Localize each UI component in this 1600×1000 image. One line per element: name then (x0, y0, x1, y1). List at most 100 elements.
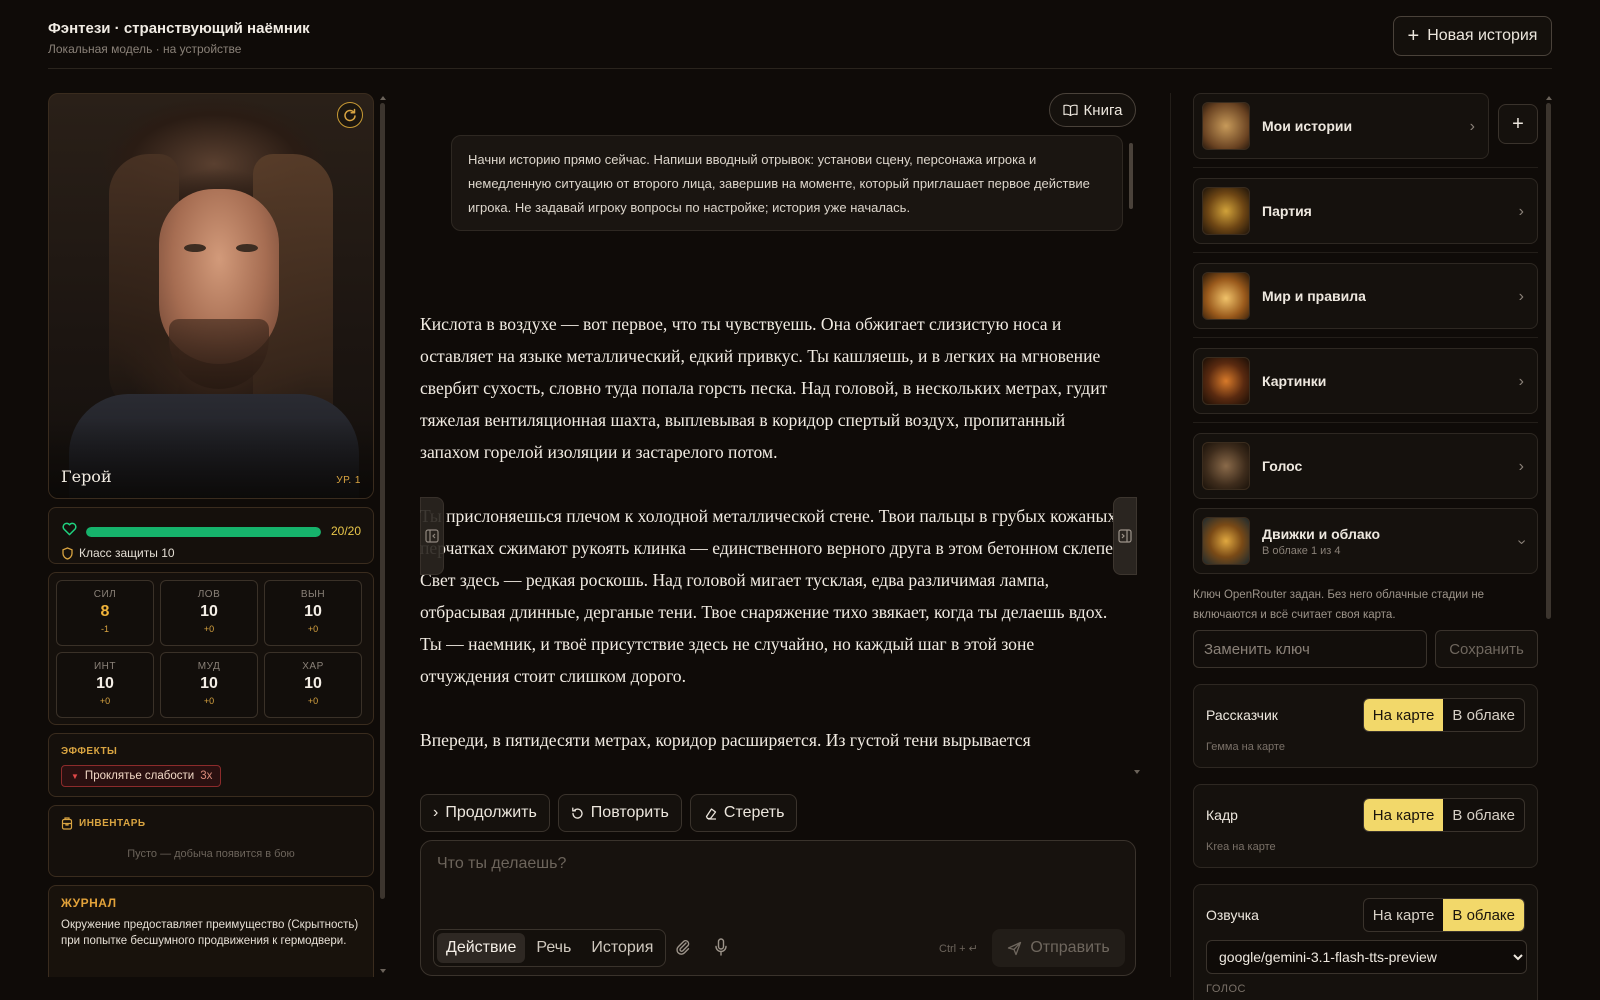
stat-label: ВЫН (300, 589, 326, 600)
effects-title: ЭФФЕКТЫ (61, 746, 118, 757)
stat-value: 8 (100, 603, 110, 620)
story-scroll-down-icon[interactable] (1134, 770, 1140, 774)
add-story-button[interactable]: + (1498, 104, 1538, 144)
character-level: УР. 1 (336, 475, 361, 486)
mode-story-tab[interactable]: История (582, 933, 662, 963)
heart-icon (62, 522, 77, 536)
engine-note: Гемма на карте (1206, 741, 1285, 753)
new-story-label: Новая история (1427, 27, 1538, 44)
collapse-left-panel-button[interactable] (420, 497, 444, 575)
continue-label: Продолжить (445, 804, 537, 821)
hp-value: 20/20 (330, 524, 361, 538)
nav-world-rules[interactable]: Мир и правила › (1193, 263, 1538, 329)
portrait-eye (184, 244, 206, 252)
new-story-button[interactable]: + Новая история (1393, 16, 1552, 56)
inventory-empty: Пусто — добыча появится в бою (127, 848, 295, 860)
prompt-scrollbar[interactable] (1129, 143, 1133, 209)
stat-modifier: +0 (307, 624, 319, 634)
right-scrollbar[interactable] (1546, 103, 1551, 619)
left-scrollbar[interactable] (380, 103, 385, 899)
scroll-icon (1202, 102, 1250, 150)
erase-button[interactable]: Стереть (689, 794, 798, 832)
send-button[interactable]: Отправить (992, 929, 1125, 967)
header: Фэнтези · странствующий наёмник Локальна… (48, 0, 1552, 69)
journal-text: Окружение предоставляет преимущество (Ск… (61, 919, 359, 947)
stat-value: 10 (200, 675, 218, 692)
stat-value: 10 (304, 603, 322, 620)
scroll-up-icon[interactable] (380, 96, 386, 100)
inventory-title: ИНВЕНТАРЬ (79, 818, 146, 829)
nav-label: Мои истории (1262, 118, 1353, 134)
engine-tts: Озвучка На карте В облаке google/gemini-… (1193, 884, 1538, 1000)
hp-bar-fill (86, 527, 321, 537)
nav-voice[interactable]: Голос › (1193, 433, 1538, 499)
effect-count: 3x (200, 770, 213, 782)
stat-modifier: +0 (307, 696, 319, 706)
in-cloud-option[interactable]: В облаке (1443, 899, 1524, 931)
nav-party[interactable]: Партия › (1193, 178, 1538, 244)
armor-class: Класс защиты 10 (62, 546, 175, 560)
refresh-icon (344, 108, 356, 122)
character-name: Герой (61, 467, 112, 486)
nav-label: Движки и облако (1262, 525, 1381, 542)
engine-frame: Кадр На карте В облаке Krea на карте (1193, 784, 1538, 868)
chevron-right-icon: › (1518, 458, 1524, 475)
send-icon (1008, 941, 1022, 955)
reroll-portrait-button[interactable] (337, 102, 363, 128)
continue-button[interactable]: › Продолжить (420, 794, 550, 832)
mode-switch: Действие Речь История (433, 929, 667, 967)
on-card-option[interactable]: На карте (1363, 799, 1444, 831)
paperclip-icon[interactable] (675, 938, 691, 956)
panel-left-icon (425, 529, 439, 543)
stat-modifier: +0 (99, 696, 111, 706)
stat-value: 10 (304, 675, 322, 692)
stat-cha: ХАР 10 +0 (264, 652, 362, 718)
action-input[interactable] (437, 855, 1117, 895)
retry-icon (571, 807, 583, 819)
separator (1193, 422, 1538, 423)
effect-chip[interactable]: ▼ Проклятье слабости 3x (61, 765, 222, 787)
stat-str: СИЛ 8 -1 (56, 580, 154, 646)
on-card-option[interactable]: На карте (1363, 699, 1444, 731)
separator (1193, 252, 1538, 253)
in-cloud-option[interactable]: В облаке (1443, 699, 1524, 731)
api-key-input[interactable] (1193, 630, 1427, 668)
nav-my-stories[interactable]: Мои истории › (1193, 93, 1489, 159)
right-scroll-up-icon[interactable] (1546, 96, 1552, 100)
stat-dex: ЛОВ 10 +0 (160, 580, 258, 646)
mode-speech-tab[interactable]: Речь (527, 933, 580, 963)
story-text: Кислота в воздухе — вот первое, что ты ч… (420, 308, 1125, 868)
in-cloud-option[interactable]: В облаке (1443, 799, 1524, 831)
story-paragraph: Кислота в воздухе — вот первое, что ты ч… (420, 314, 1108, 462)
microphone-icon[interactable] (714, 938, 728, 956)
chevron-right-icon: › (433, 804, 439, 821)
stat-value: 10 (200, 603, 218, 620)
save-key-button[interactable]: Сохранить (1435, 630, 1538, 668)
nav-engines-cloud[interactable]: Движки и облако В облаке 1 из 4 › (1193, 508, 1538, 574)
nav-images[interactable]: Картинки › (1193, 348, 1538, 414)
book-button[interactable]: Книга (1049, 93, 1136, 127)
book-icon (1202, 272, 1250, 320)
nav-text: Движки и облако В облаке 1 из 4 (1250, 526, 1380, 557)
separator (1193, 337, 1538, 338)
page-title: Фэнтези · странствующий наёмник (48, 20, 310, 37)
statue-icon (1202, 442, 1250, 490)
erase-label: Стереть (723, 804, 785, 821)
journal-title: ЖУРНАЛ (61, 896, 117, 910)
stat-con: ВЫН 10 +0 (264, 580, 362, 646)
panel-right-icon (1118, 529, 1132, 543)
settings-panel: Мои истории › + Партия › Мир и правила ›… (1193, 93, 1538, 1000)
effect-name: Проклятье слабости (84, 770, 195, 782)
app: Фэнтези · странствующий наёмник Локальна… (0, 0, 1600, 1000)
stats-grid: СИЛ 8 -1 ЛОВ 10 +0 ВЫН 10 +0 ИНТ 10 +0 М… (48, 572, 374, 725)
eraser-icon (705, 807, 717, 820)
mode-action-tab[interactable]: Действие (437, 933, 526, 963)
api-key-note: Ключ OpenRouter задан. Без него облачные… (1193, 589, 1485, 621)
tts-model-select[interactable]: google/gemini-3.1-flash-tts-preview (1206, 940, 1527, 974)
engine-note: Krea на карте (1206, 841, 1276, 853)
shield-icon (62, 546, 73, 560)
on-card-option[interactable]: На карте (1364, 899, 1444, 931)
scroll-down-icon[interactable] (380, 969, 386, 973)
retry-button[interactable]: Повторить (557, 794, 682, 832)
collapse-right-panel-button[interactable] (1113, 497, 1137, 575)
